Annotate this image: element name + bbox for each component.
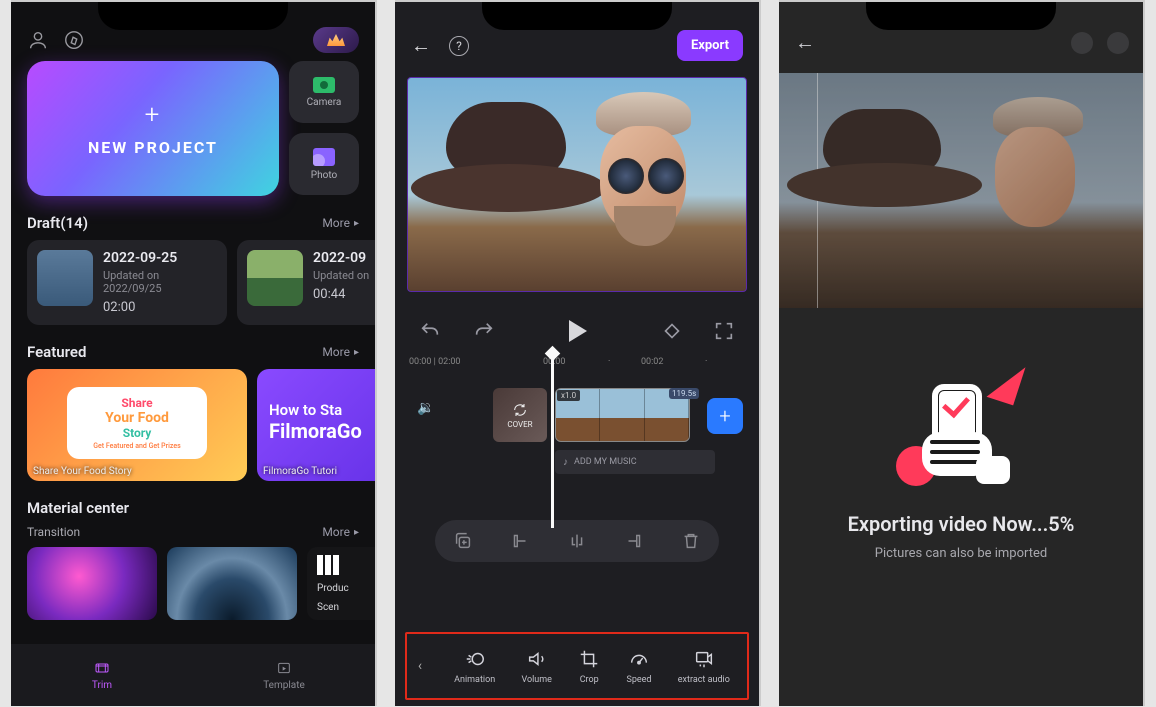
clip-duration-badge: 119.5s xyxy=(669,388,699,399)
camera-icon xyxy=(313,77,335,93)
featured-card[interactable]: How to Sta FilmoraGo FilmoraGo Tutori xyxy=(257,369,375,481)
draft-heading: Draft(14) xyxy=(27,214,88,232)
draft-thumbnail xyxy=(37,250,93,306)
draft-subtitle: Updated on xyxy=(313,269,369,282)
draft-duration: 02:00 xyxy=(103,300,217,315)
redo-button[interactable] xyxy=(473,320,495,342)
export-preview xyxy=(779,73,1143,308)
featured-text-line: How to Sta xyxy=(269,401,362,419)
timeline-tick: 00:02 xyxy=(641,357,663,367)
undo-button[interactable] xyxy=(419,320,441,342)
tab-template[interactable]: Template xyxy=(193,644,375,706)
track-volume-icon[interactable]: 🔉 xyxy=(417,400,434,416)
back-button[interactable]: ← xyxy=(411,33,431,58)
export-button[interactable]: Export xyxy=(677,30,743,61)
featured-text-line: Story xyxy=(123,426,152,440)
transition-card[interactable] xyxy=(27,547,157,620)
featured-heading: Featured xyxy=(27,343,86,361)
fullscreen-button[interactable] xyxy=(713,320,735,342)
profile-icon[interactable] xyxy=(27,29,49,51)
add-music-button[interactable]: ♪ ADD MY MUSIC xyxy=(555,450,715,474)
tools-highlight-box xyxy=(405,632,749,700)
transition-caption: Produc xyxy=(317,583,375,594)
duplicate-button[interactable] xyxy=(452,530,474,552)
featured-card[interactable]: Share Your Food Story Get Featured and G… xyxy=(27,369,247,481)
photo-icon xyxy=(313,148,335,166)
delete-button[interactable] xyxy=(680,530,702,552)
timeline-dot: · xyxy=(608,357,610,367)
draft-card[interactable]: 2022-09-25 Updated on 2022/09/25 02:00 xyxy=(27,240,227,325)
draft-title: 2022-09 xyxy=(313,250,369,266)
photo-button[interactable]: Photo xyxy=(289,133,359,195)
tab-trim[interactable]: Trim xyxy=(11,644,193,706)
keyframe-button[interactable] xyxy=(661,320,683,342)
draft-duration: 00:44 xyxy=(313,287,369,302)
timeline-label-current: 00:00 | 02:00 xyxy=(409,357,461,367)
transition-card[interactable]: Produc Scen xyxy=(307,547,375,620)
transition-card[interactable] xyxy=(167,547,297,620)
featured-caption: FilmoraGo Tutori xyxy=(263,466,337,477)
back-button[interactable]: ← xyxy=(795,30,815,55)
premium-button[interactable] xyxy=(313,27,359,53)
new-project-label: NEW PROJECT xyxy=(88,138,218,157)
export-status-title: Exporting video Now...5% xyxy=(779,512,1143,536)
add-music-label: ADD MY MUSIC xyxy=(574,457,637,467)
playhead[interactable] xyxy=(551,350,554,528)
add-clip-button[interactable]: + xyxy=(707,398,743,434)
preview-person-2 xyxy=(576,92,736,292)
export-graphic xyxy=(896,362,1026,492)
draft-subtitle: Updated on 2022/09/25 xyxy=(103,269,217,295)
trim-left-button[interactable] xyxy=(509,530,531,552)
new-project-button[interactable]: + NEW PROJECT xyxy=(27,61,279,196)
draft-title: 2022-09-25 xyxy=(103,250,217,266)
transition-subheading: Transition xyxy=(27,525,80,539)
timeline[interactable]: 🔉 COVER x1.0 119.5s + ♪ ADD MY MUSIC xyxy=(395,382,759,448)
transition-caption: Scen xyxy=(317,602,375,613)
help-button[interactable]: ? xyxy=(449,36,469,56)
split-button[interactable] xyxy=(566,530,588,552)
cover-clip-label: COVER xyxy=(507,420,532,429)
edit-action-bar xyxy=(435,520,719,562)
tab-template-label: Template xyxy=(263,680,305,691)
play-button[interactable] xyxy=(569,320,587,342)
crown-icon xyxy=(327,34,345,46)
camera-label: Camera xyxy=(307,97,342,108)
featured-text-line: FilmoraGo xyxy=(269,419,362,443)
draft-card[interactable]: 2022-09 Updated on 00:44 xyxy=(237,240,375,325)
export-status-subtitle: Pictures can also be imported xyxy=(779,546,1143,561)
trim-right-button[interactable] xyxy=(623,530,645,552)
timeline-dot: · xyxy=(705,357,707,367)
clip-speed-badge: x1.0 xyxy=(557,390,580,401)
music-note-icon: ♪ xyxy=(563,457,568,468)
preview-person-1 xyxy=(416,102,591,262)
featured-text-line: Your Food xyxy=(105,410,169,426)
drafts-more-button[interactable]: More xyxy=(322,216,359,230)
tab-trim-label: Trim xyxy=(92,680,112,691)
compass-icon[interactable] xyxy=(63,29,85,51)
transitions-more-button[interactable]: More xyxy=(322,525,359,539)
featured-more-button[interactable]: More xyxy=(322,345,359,359)
photo-label: Photo xyxy=(311,170,337,181)
featured-caption: Share Your Food Story xyxy=(33,466,132,477)
cover-clip[interactable]: COVER xyxy=(493,388,547,442)
draft-thumbnail xyxy=(247,250,303,306)
plus-icon: + xyxy=(145,100,162,130)
featured-text-line: Share xyxy=(121,396,152,410)
material-center-heading: Material center xyxy=(27,499,129,517)
video-preview[interactable] xyxy=(407,77,747,292)
time-ruler[interactable]: 00:00 | 02:00 00:00 · 00:02 · xyxy=(395,354,759,374)
top-right-placeholders xyxy=(1071,32,1129,54)
camera-button[interactable]: Camera xyxy=(289,61,359,123)
featured-text-sub: Get Featured and Get Prizes xyxy=(93,442,180,450)
